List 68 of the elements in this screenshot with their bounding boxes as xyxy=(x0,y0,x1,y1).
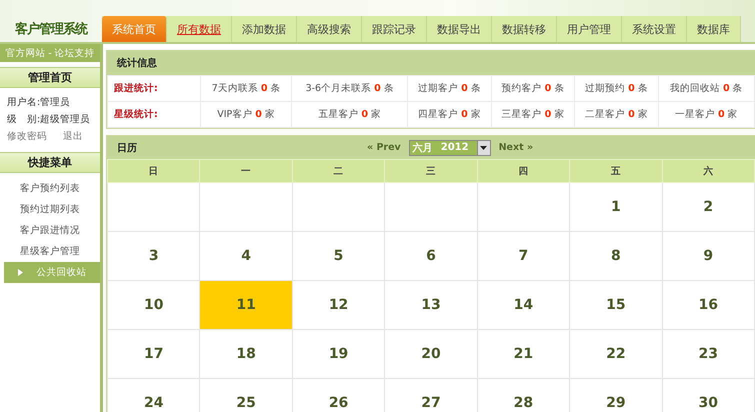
day-cell[interactable]: 3 xyxy=(108,232,200,280)
day-cell[interactable]: 26 xyxy=(292,378,385,412)
stat-cell: 我的回收站 0 条 xyxy=(658,76,754,102)
day-cell[interactable]: 5 xyxy=(292,232,385,280)
prev-link[interactable]: « Prev xyxy=(367,142,401,153)
day-cell[interactable]: 11 xyxy=(200,280,292,330)
day-cell[interactable]: 17 xyxy=(108,330,200,378)
sidebar-link[interactable]: 退出 xyxy=(63,130,83,143)
day-cell[interactable]: 16 xyxy=(662,280,754,330)
stat-cell: 3-6个月未联系 0 条 xyxy=(292,76,408,102)
day-cell[interactable]: 6 xyxy=(384,232,478,280)
stat-cell: 一星客户 0 家 xyxy=(658,102,754,128)
stat-cell: 二星客户 0 家 xyxy=(574,102,658,128)
stat-cell: 过期客户 0 条 xyxy=(408,76,492,102)
day-cell[interactable]: 1 xyxy=(570,182,662,232)
triangle-icon xyxy=(18,269,22,276)
day-cell[interactable]: 18 xyxy=(200,330,292,378)
day-cell[interactable]: 14 xyxy=(477,280,570,330)
menu-item[interactable]: 星级客户管理 xyxy=(0,241,100,262)
logo-text: 客户管理系统 xyxy=(14,20,88,39)
menu-item[interactable]: 预约过期列表 xyxy=(0,199,100,220)
menu-item[interactable]: 客户跟进情况 xyxy=(0,220,100,241)
stat-cell: VIP客户 0 家 xyxy=(200,102,292,128)
weekday-header: 三 xyxy=(384,160,478,182)
day-cell[interactable]: 21 xyxy=(477,330,570,378)
day-cell[interactable]: 10 xyxy=(108,280,200,330)
row-label: 星级统计: xyxy=(108,102,200,128)
weekday-header: 二 xyxy=(292,160,385,182)
day-cell[interactable]: 27 xyxy=(384,378,478,412)
sidebar-link[interactable]: 修改密码 xyxy=(7,130,47,143)
weekday-header: 五 xyxy=(570,160,662,182)
day-cell[interactable]: 15 xyxy=(570,280,662,330)
panel-title: 快捷菜单 xyxy=(0,152,100,173)
level-text: 级 别:超级管理员 xyxy=(7,113,92,126)
weekday-header: 六 xyxy=(662,160,754,182)
weekday-header: 四 xyxy=(477,160,570,182)
row-label: 跟进统计: xyxy=(108,76,200,102)
weekday-header: 日 xyxy=(108,160,200,182)
stat-cell: 预约客户 0 条 xyxy=(491,76,575,102)
day-cell[interactable]: 8 xyxy=(570,232,662,280)
day-cell[interactable]: 13 xyxy=(384,280,478,330)
caret-icon xyxy=(480,146,488,150)
stat-cell: 7天内联系 0 条 xyxy=(200,76,292,102)
stat-cell: 三星客户 0 家 xyxy=(491,102,575,128)
day-cell[interactable]: 19 xyxy=(292,330,385,378)
calendar-title: 日历 xyxy=(117,142,138,154)
username-text: 用户名:管理员 xyxy=(7,96,72,109)
day-cell[interactable]: 30 xyxy=(662,378,754,412)
day-cell[interactable]: 9 xyxy=(662,232,754,280)
day-cell[interactable]: 7 xyxy=(477,232,570,280)
day-cell[interactable]: 22 xyxy=(570,330,662,378)
day-cell[interactable]: 25 xyxy=(200,378,292,412)
day-cell[interactable]: 2 xyxy=(662,182,754,232)
day-cell[interactable]: 12 xyxy=(292,280,385,330)
day-cell[interactable]: 29 xyxy=(570,378,662,412)
day-cell[interactable]: 24 xyxy=(108,378,200,412)
menu-item[interactable]: 客户预约列表 xyxy=(0,178,100,199)
day-cell[interactable]: 4 xyxy=(200,232,292,280)
panel-title: 管理首页 xyxy=(0,67,100,88)
day-cell[interactable]: 20 xyxy=(384,330,478,378)
weekday-header: 一 xyxy=(200,160,292,182)
next-link[interactable]: Next » xyxy=(498,142,534,153)
stat-cell: 四星客户 0 家 xyxy=(408,102,492,128)
stat-cell: 五星客户 0 家 xyxy=(292,102,408,128)
day-cell[interactable]: 28 xyxy=(477,378,570,412)
panel-title: 统计信息 xyxy=(107,51,755,75)
stat-cell: 过期预约 0 条 xyxy=(574,76,658,102)
day-cell[interactable]: 23 xyxy=(662,330,754,378)
